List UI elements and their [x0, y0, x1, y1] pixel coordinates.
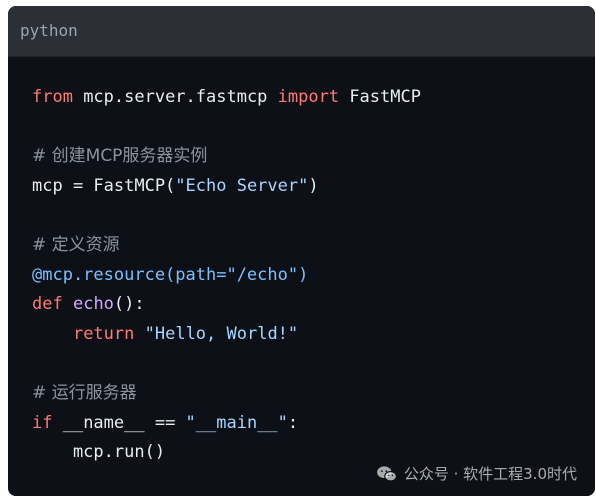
code-line-13: mcp.run() [32, 438, 421, 468]
comment: # 创建MCP服务器实例 [32, 146, 208, 167]
keyword: def [32, 294, 63, 315]
code-line-1: from mcp.server.fastmcp import FastMCP [32, 83, 421, 113]
code-text: mcp = FastMCP( [32, 175, 176, 196]
keyword: import [277, 87, 340, 107]
code-text: FastMCP [339, 87, 421, 107]
code-block-header: python [8, 6, 595, 57]
code-text: __name__ == [52, 412, 186, 433]
keyword: if [32, 412, 53, 433]
code-line-11: # 运行服务器 [32, 379, 421, 409]
code-body[interactable]: from mcp.server.fastmcp import FastMCP #… [8, 57, 595, 496]
code-text: (): [113, 294, 145, 315]
keyword: return [72, 323, 135, 344]
code-lines: from mcp.server.fastmcp import FastMCP #… [32, 83, 421, 468]
code-line-3: # 创建MCP服务器实例 [32, 142, 421, 172]
string-literal: "Hello, World!" [144, 323, 299, 344]
code-text: ) [308, 175, 319, 196]
code-line-7: @mcp.resource(path="/echo") [32, 261, 421, 291]
code-block: python from mcp.server.fastmcp import Fa… [8, 6, 595, 496]
language-label: python [20, 21, 78, 40]
comment: # 定义资源 [32, 234, 120, 255]
code-line-8: def echo(): [32, 290, 421, 320]
code-text: : [287, 412, 299, 433]
code-line-4: mcp = FastMCP("Echo Server") [32, 172, 421, 202]
code-line-9: return "Hello, World!" [32, 320, 421, 350]
wechat-icon [376, 465, 397, 481]
code-text: mcp.run() [32, 442, 166, 463]
string-literal: "Echo Server" [175, 175, 309, 196]
code-line-12: if __name__ == "__main__": [32, 409, 421, 439]
function-name: echo [72, 294, 114, 315]
code-text: mcp.server.fastmcp [72, 87, 278, 107]
comment: # 运行服务器 [32, 382, 137, 403]
watermark: 公众号 · 软件工程3.0时代 [376, 463, 577, 484]
keyword: from [32, 87, 73, 107]
decorator: @mcp.resource(path="/echo") [32, 264, 309, 285]
watermark-text: 公众号 · 软件工程3.0时代 [403, 465, 577, 483]
code-line-6: # 定义资源 [32, 231, 421, 261]
string-literal: "__main__" [185, 412, 288, 433]
